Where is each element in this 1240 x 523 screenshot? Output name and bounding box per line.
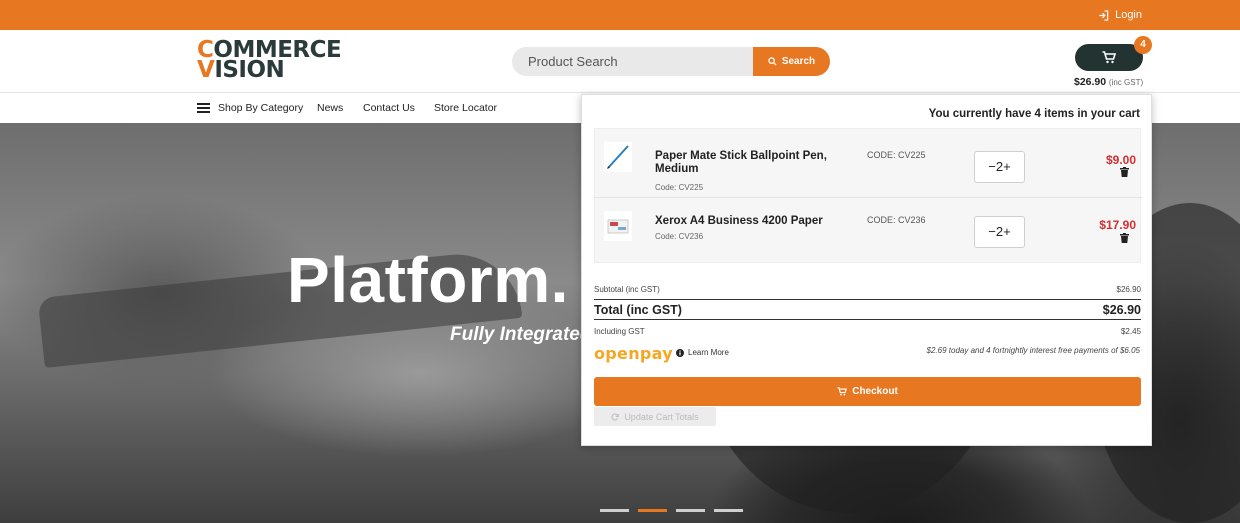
gst-value: $2.45 xyxy=(1120,327,1141,336)
cart-total-value: $26.90 xyxy=(1074,76,1107,88)
logo-accent-v: V xyxy=(197,57,215,83)
openpay-logo: openpay xyxy=(594,344,673,363)
cart-count-badge: 4 xyxy=(1134,36,1152,54)
nav-contact-us[interactable]: Contact Us xyxy=(363,102,415,114)
search-icon xyxy=(768,57,777,66)
search-input[interactable] xyxy=(528,47,748,76)
hero-subtitle: Fully Integrated xyxy=(450,324,592,345)
cart-item-code-column: CODE: CV236 xyxy=(867,215,926,225)
paper-thumbnail-icon xyxy=(604,211,632,241)
subtotal-label: Subtotal (inc GST) xyxy=(594,285,660,294)
logo-text-2: ISION xyxy=(214,57,285,83)
cart-item: Paper Mate Stick Ballpoint Pen, Medium C… xyxy=(595,129,1142,197)
gst-row: Including GST $2.45 xyxy=(594,327,1141,336)
cart-item-name[interactable]: Xerox A4 Business 4200 Paper xyxy=(655,215,845,228)
cart-total: $26.90 (inc GST) xyxy=(1074,76,1143,88)
subtotal-value: $26.90 xyxy=(1116,285,1141,294)
slider-dot-2[interactable] xyxy=(638,509,667,512)
login-link[interactable]: Login xyxy=(1098,9,1142,21)
cart-dropdown: You currently have 4 items in your cart … xyxy=(581,94,1152,446)
search-button-label: Search xyxy=(781,56,816,67)
update-cart-button[interactable]: Update Cart Totals xyxy=(594,407,716,426)
update-cart-label: Update Cart Totals xyxy=(624,411,699,422)
nav-shop-by-category[interactable]: Shop By Category xyxy=(218,102,303,114)
subtotal-row: Subtotal (inc GST) $26.90 xyxy=(594,285,1141,294)
openpay-note: $2.69 today and 4 fortnightly interest f… xyxy=(926,346,1140,355)
cart-item-code-column: CODE: CV225 xyxy=(867,150,926,160)
slider-dot-3[interactable] xyxy=(676,509,705,512)
search-button[interactable]: Search xyxy=(753,47,830,76)
site-logo[interactable]: COMMERCE VISION xyxy=(197,39,342,83)
quantity-stepper[interactable]: −2+ xyxy=(974,216,1025,248)
cart-items-list: Paper Mate Stick Ballpoint Pen, Medium C… xyxy=(594,128,1142,265)
slider-dot-4[interactable] xyxy=(714,509,743,512)
learn-more-link[interactable]: Learn More xyxy=(676,348,729,357)
pen-thumbnail-icon xyxy=(604,142,632,172)
cart-icon xyxy=(1102,51,1116,64)
cart-item-code: Code: CV225 xyxy=(655,183,704,192)
hero-title: Platform. xyxy=(287,244,569,316)
site-header: COMMERCE VISION Search 4 $26.90 (inc GST… xyxy=(0,30,1240,93)
checkout-label: Checkout xyxy=(852,386,898,397)
total-value: $26.90 xyxy=(1102,303,1141,317)
total-row: Total (inc GST) $26.90 xyxy=(594,299,1141,320)
slider-dot-1[interactable] xyxy=(600,509,629,512)
nav-store-locator[interactable]: Store Locator xyxy=(434,102,497,114)
cart-total-suffix: (inc GST) xyxy=(1108,78,1144,87)
trash-icon[interactable] xyxy=(1120,167,1129,177)
top-bar: Login xyxy=(0,0,1240,30)
nav-news[interactable]: News xyxy=(317,102,343,114)
checkout-button[interactable]: Checkout xyxy=(594,377,1141,406)
cart-item-code: Code: CV236 xyxy=(655,232,704,241)
cart-item-price: $17.90 xyxy=(1099,218,1136,232)
info-icon xyxy=(676,348,684,357)
login-icon xyxy=(1099,9,1109,21)
cart-dropdown-heading: You currently have 4 items in your cart xyxy=(928,108,1140,120)
cart-icon xyxy=(837,387,848,396)
menu-icon[interactable] xyxy=(197,103,210,113)
login-label: Login xyxy=(1115,9,1142,21)
cart-button[interactable] xyxy=(1075,44,1143,71)
trash-icon[interactable] xyxy=(1120,233,1129,243)
slider-dots xyxy=(600,509,743,512)
cart-item-price: $9.00 xyxy=(1105,153,1136,167)
cart-item: Xerox A4 Business 4200 Paper Code: CV236… xyxy=(595,197,1142,265)
gst-label: Including GST xyxy=(594,327,645,336)
cart-item-name[interactable]: Paper Mate Stick Ballpoint Pen, Medium xyxy=(655,150,845,176)
learn-more-label: Learn More xyxy=(688,348,729,357)
quantity-stepper[interactable]: −2+ xyxy=(974,151,1025,183)
refresh-icon xyxy=(611,413,620,420)
search-bar: Search xyxy=(512,47,830,76)
total-label: Total (inc GST) xyxy=(594,303,682,317)
